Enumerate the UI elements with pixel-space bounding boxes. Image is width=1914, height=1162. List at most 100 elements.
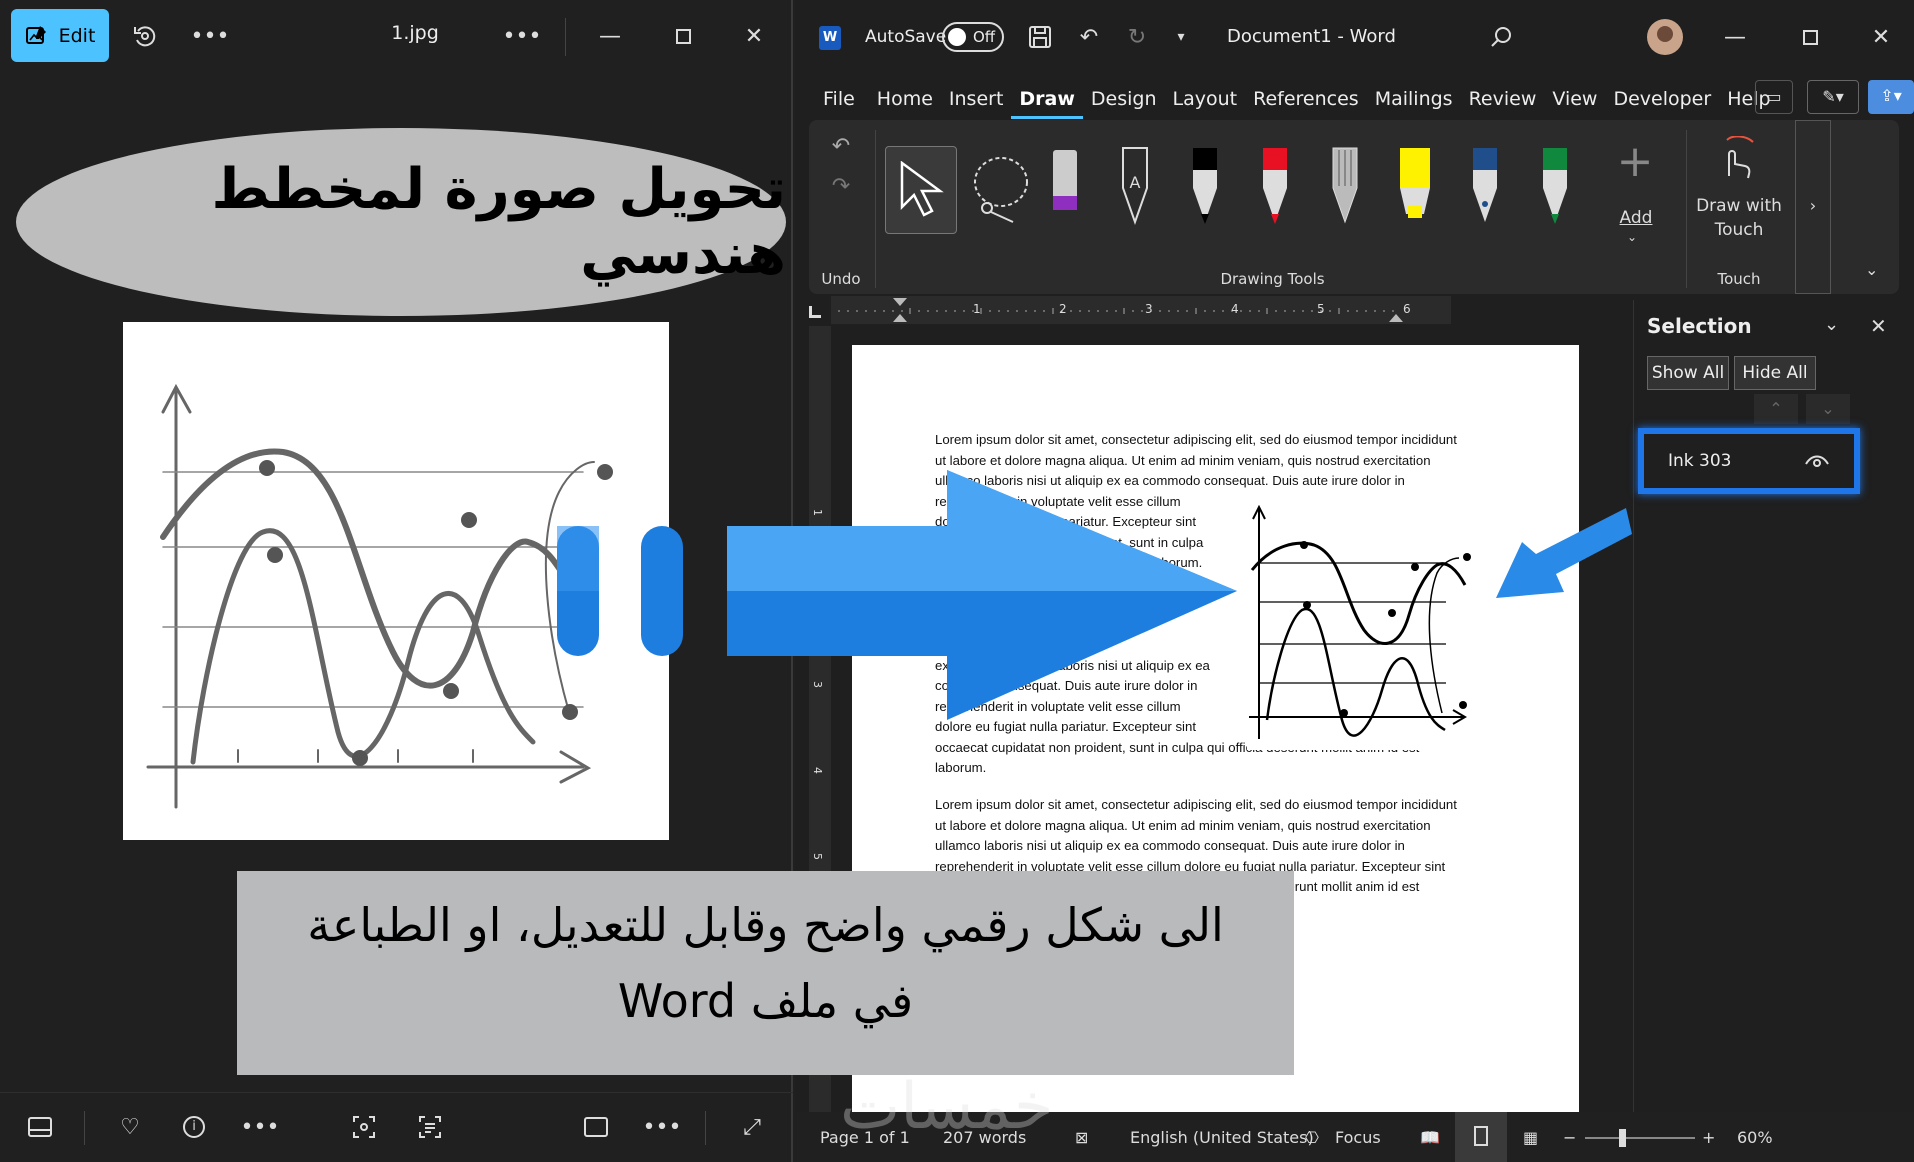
action-pen-tool[interactable]: A [1115, 144, 1155, 234]
svg-text:A: A [1130, 173, 1141, 192]
info-icon[interactable]: i [174, 1107, 214, 1147]
title-text: تحويل صورة لمخطط هندسي [211, 157, 786, 287]
minimize-icon[interactable]: — [1715, 17, 1755, 57]
ribbon-scroll-right-icon[interactable]: › [1795, 120, 1831, 294]
chevron-down-icon[interactable]: ⌄ [1824, 314, 1839, 335]
close-icon[interactable]: ✕ [1861, 17, 1901, 57]
add-pen-icon[interactable]: + [1615, 140, 1655, 184]
redo-icon[interactable]: ↻ [1117, 17, 1157, 57]
send-backward-icon[interactable]: ⌄ [1806, 394, 1850, 424]
tab-review[interactable]: Review [1461, 79, 1545, 119]
heart-icon[interactable]: ♡ [110, 1107, 150, 1147]
eye-icon[interactable] [1804, 452, 1830, 470]
rotate-icon[interactable] [125, 16, 165, 56]
ink-drawing[interactable] [1247, 504, 1482, 750]
minimize-icon[interactable]: — [590, 16, 630, 56]
close-icon[interactable]: ✕ [734, 16, 774, 56]
draw-with-touch-button[interactable]: Draw with Touch [1689, 194, 1789, 242]
autosave-toggle[interactable]: Off [942, 22, 1004, 52]
proofing-icon[interactable]: ⊠ [1075, 1128, 1088, 1147]
pointer-arrow [1496, 508, 1632, 598]
draw-with-touch-icon [1711, 135, 1761, 180]
customize-toolbar-icon[interactable]: ▾ [1161, 17, 1201, 57]
tab-file[interactable]: File [815, 79, 863, 119]
select-objects-tool[interactable] [885, 146, 957, 234]
chevron-down-icon[interactable]: ⌄ [1627, 230, 1637, 244]
lasso-select-tool[interactable] [969, 146, 1039, 234]
selection-pane-title: Selection [1647, 314, 1752, 338]
zoom-out-icon[interactable]: − [1563, 1128, 1576, 1147]
scan-text-icon[interactable] [410, 1107, 450, 1147]
zoom-in-icon[interactable]: + [1702, 1128, 1715, 1147]
tab-view[interactable]: View [1544, 79, 1605, 119]
ruler-number: 5 [811, 853, 824, 860]
word-titlebar: W AutoSave Off ↶ ↻ ▾ Document1 - Word — … [795, 0, 1914, 74]
word-logo-icon: W [819, 26, 841, 50]
maximize-icon[interactable] [1790, 17, 1830, 57]
divider [875, 130, 876, 288]
ruler-number: 4 [811, 767, 824, 774]
editing-mode-icon[interactable]: ✎▾ [1807, 80, 1859, 114]
blue-fountain-pen-tool[interactable] [1465, 144, 1505, 234]
filmstrip-icon[interactable] [20, 1107, 60, 1147]
redo-icon[interactable]: ↷ [821, 166, 861, 206]
ruler-number: 6 [1403, 302, 1411, 316]
search-icon[interactable] [1481, 17, 1521, 57]
drawing-tools-group-label: Drawing Tools [1220, 270, 1325, 288]
yellow-highlighter-tool[interactable] [1395, 144, 1435, 234]
comments-icon[interactable]: ▭ [1755, 80, 1793, 114]
tab-mailings[interactable]: Mailings [1367, 79, 1461, 119]
more-options-icon[interactable]: ••• [190, 16, 230, 56]
pencil-tool[interactable] [1325, 144, 1365, 234]
more-options-icon[interactable]: ••• [642, 1107, 682, 1147]
text-line: Lorem ipsum dolor sit amet, consectetur … [935, 432, 1457, 447]
add-pen-label[interactable]: Add [1609, 208, 1663, 228]
show-all-button[interactable]: Show All [1647, 356, 1729, 390]
tab-insert[interactable]: Insert [941, 79, 1012, 119]
edit-button[interactable]: Edit [11, 9, 109, 62]
tab-developer[interactable]: Developer [1605, 79, 1719, 119]
caption-line-2: في ملف Word [617, 974, 914, 1028]
selection-pane: Selection ⌄ ✕ Show All Hide All ⌃ ⌄ Ink … [1633, 300, 1914, 1112]
tab-design[interactable]: Design [1083, 79, 1165, 119]
share-icon[interactable]: ⇪▾ [1868, 80, 1914, 114]
avatar[interactable] [1647, 19, 1683, 55]
tab-selector-icon[interactable] [809, 306, 821, 318]
zoom-slider[interactable] [1585, 1129, 1695, 1147]
expand-icon[interactable]: ⤢ [732, 1107, 772, 1147]
undo-icon[interactable]: ↶ [821, 126, 861, 166]
draw-ribbon: ↶ ↷ Undo A + Add ⌄ Drawing Tools Draw wi… [809, 120, 1899, 294]
close-icon[interactable]: ✕ [1870, 314, 1887, 338]
web-layout-icon[interactable]: ▦ [1523, 1128, 1538, 1147]
hide-all-button[interactable]: Hide All [1734, 356, 1816, 390]
tab-draw[interactable]: Draw [1011, 79, 1083, 119]
focus-button[interactable]: Focus [1335, 1128, 1381, 1147]
tab-references[interactable]: References [1245, 79, 1367, 119]
text-line: laborum. [935, 760, 987, 775]
undo-icon[interactable]: ↶ [1069, 17, 1109, 57]
fit-to-window-icon[interactable] [576, 1107, 616, 1147]
title-banner: تحويل صورة لمخطط هندسي [16, 128, 786, 316]
red-pen-tool[interactable] [1255, 144, 1295, 234]
read-mode-icon[interactable]: 📖 [1420, 1128, 1440, 1147]
maximize-icon[interactable] [663, 16, 703, 56]
green-pen-tool[interactable] [1535, 144, 1575, 234]
tab-home[interactable]: Home [869, 79, 941, 119]
more-options-icon[interactable]: ••• [502, 16, 542, 56]
print-layout-icon[interactable] [1455, 1112, 1507, 1162]
visual-search-icon[interactable] [344, 1107, 384, 1147]
collapse-ribbon-icon[interactable]: ⌄ [1865, 260, 1878, 279]
zoom-level[interactable]: 60% [1737, 1128, 1773, 1147]
black-pen-tool[interactable] [1185, 144, 1225, 234]
more-options-icon[interactable]: ••• [240, 1107, 280, 1147]
language[interactable]: English (United States) [1130, 1128, 1314, 1147]
selection-item-ink-303[interactable]: Ink 303 [1638, 428, 1860, 494]
focus-icon[interactable]: ⎔ [1305, 1128, 1319, 1147]
bring-forward-icon[interactable]: ⌃ [1754, 394, 1798, 424]
file-name: 1.jpg [391, 22, 439, 44]
tab-layout[interactable]: Layout [1165, 79, 1246, 119]
ruler-number: 1 [973, 302, 981, 316]
save-icon[interactable] [1020, 17, 1060, 57]
eraser-tool[interactable] [1045, 144, 1085, 234]
ruler-number: 5 [1317, 302, 1325, 316]
